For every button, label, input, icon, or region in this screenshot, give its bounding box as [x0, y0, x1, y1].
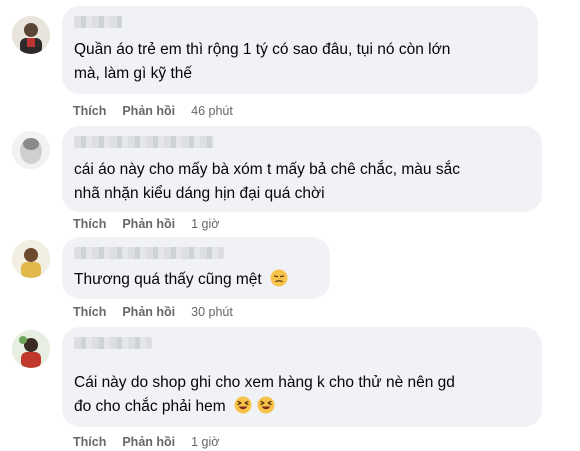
like-link[interactable]: Thích	[73, 104, 106, 118]
author-name-redacted[interactable]	[74, 136, 214, 148]
comment-item: Cái này do shop ghi cho xem hàng k cho t…	[0, 326, 580, 451]
comment-line: Cái này do shop ghi cho xem hàng k cho t…	[74, 374, 455, 391]
comment-line: cái áo này cho mấy bà xóm t mấy bả chê c…	[74, 161, 460, 178]
squinting-laugh-emoji	[234, 396, 252, 414]
comment-actions: Thích Phản hồi 46 phút	[73, 104, 233, 118]
comment-text: cái áo này cho mấy bà xóm t mấy bả chê c…	[74, 158, 528, 206]
timestamp[interactable]: 46 phút	[191, 104, 233, 118]
reply-link[interactable]: Phản hồi	[122, 305, 175, 319]
timestamp[interactable]: 30 phút	[191, 305, 233, 319]
comment-bubble: cái áo này cho mấy bà xóm t mấy bả chê c…	[62, 126, 542, 212]
tired-face-emoji	[270, 269, 288, 287]
timestamp[interactable]: 1 giờ	[191, 435, 219, 449]
like-link[interactable]: Thích	[73, 305, 106, 319]
comment-line: mà, làm gì kỹ thế	[74, 65, 193, 82]
reply-link[interactable]: Phản hồi	[122, 435, 175, 449]
comment-text: Cái này do shop ghi cho xem hàng k cho t…	[74, 371, 528, 419]
comment-item: cái áo này cho mấy bà xóm t mấy bả chê c…	[0, 125, 580, 235]
like-link[interactable]: Thích	[73, 435, 106, 449]
reply-link[interactable]: Phản hồi	[122, 104, 175, 118]
comment-text: Thương quá thấy cũng mệt	[74, 268, 316, 292]
author-name-redacted[interactable]	[74, 247, 224, 259]
like-link[interactable]: Thích	[73, 217, 106, 231]
avatar[interactable]	[12, 131, 50, 169]
comment-line: nhã nhặn kiểu dáng hịn đại quá chời	[74, 185, 325, 202]
avatar[interactable]	[12, 330, 50, 368]
comment-line: Quần áo trẻ em thì rộng 1 tý có sao đâu,…	[74, 41, 451, 58]
author-name-redacted[interactable]	[74, 16, 122, 28]
comment-line: Thương quá thấy cũng mệt	[74, 271, 262, 288]
reply-link[interactable]: Phản hồi	[122, 217, 175, 231]
squinting-laugh-emoji	[257, 396, 275, 414]
comment-actions: Thích Phản hồi 1 giờ	[73, 217, 219, 231]
comment-bubble: Cái này do shop ghi cho xem hàng k cho t…	[62, 327, 542, 427]
comment-actions: Thích Phản hồi 1 giờ	[73, 435, 219, 449]
comment-text: Quần áo trẻ em thì rộng 1 tý có sao đâu,…	[74, 38, 524, 86]
avatar[interactable]	[12, 240, 50, 278]
comment-actions: Thích Phản hồi 30 phút	[73, 305, 233, 319]
comment-bubble: Thương quá thấy cũng mệt	[62, 237, 330, 299]
timestamp[interactable]: 1 giờ	[191, 217, 219, 231]
comment-item: Quần áo trẻ em thì rộng 1 tý có sao đâu,…	[0, 0, 580, 125]
comment-bubble: Quần áo trẻ em thì rộng 1 tý có sao đâu,…	[62, 6, 538, 94]
comment-item: Thương quá thấy cũng mệt Thích Phản hồi …	[0, 236, 580, 326]
author-name-redacted[interactable]	[74, 337, 152, 349]
avatar[interactable]	[12, 16, 50, 54]
comment-line: đo cho chắc phải hem	[74, 398, 226, 415]
